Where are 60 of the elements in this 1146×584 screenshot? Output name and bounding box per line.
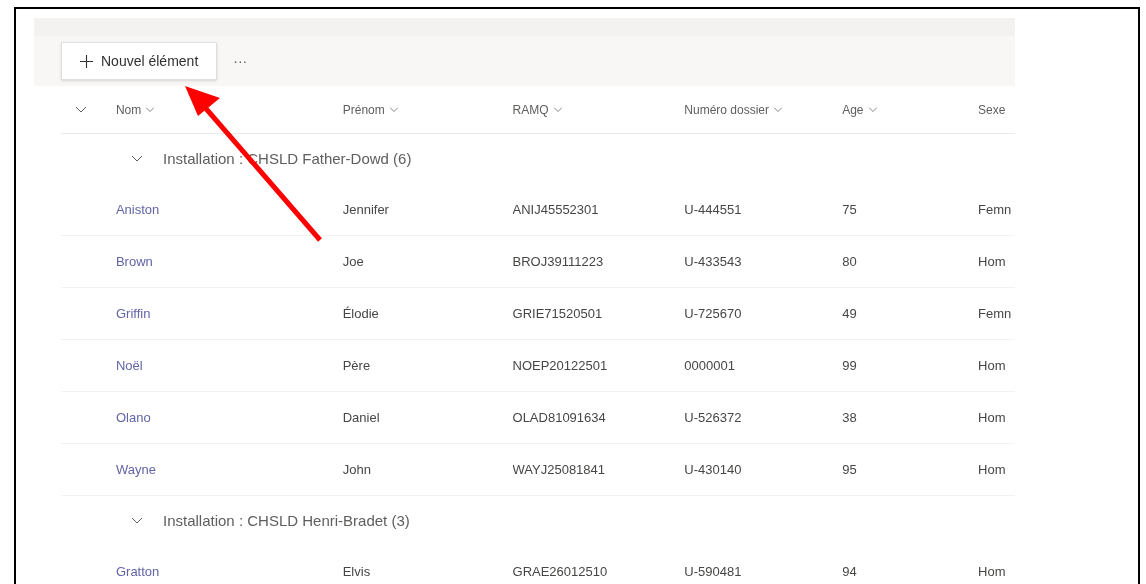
table-cell-text: U-725670: [684, 304, 743, 323]
table-cell-text: GRIE71520501: [512, 304, 604, 323]
table-cell-text: 80: [842, 252, 858, 271]
column-header[interactable]: RAMQ: [512, 100, 685, 119]
new-item-button[interactable]: Nouvel élément: [61, 42, 218, 80]
table-cell-text: NOEP20122501: [512, 356, 609, 375]
name-link[interactable]: Gratton: [115, 561, 343, 582]
more-button[interactable]: ···: [229, 50, 252, 72]
table-cell-text: 99: [842, 356, 858, 375]
column-header[interactable]: Numéro dossier: [684, 100, 843, 119]
table-cell-text: U-433543: [684, 252, 743, 271]
table-cell-text: BROJ39111223: [512, 252, 605, 271]
table-cell-text: 0000001: [684, 356, 736, 375]
name-link[interactable]: Olano: [115, 407, 343, 428]
table-cell-text: Femn: [978, 304, 1013, 323]
table-cell-text: Hom: [978, 252, 1007, 271]
chevron-icon[interactable]: [131, 517, 143, 525]
chevron-icon: [867, 106, 878, 113]
name-link[interactable]: Noël: [115, 355, 343, 376]
table-cell-text: 49: [842, 304, 858, 323]
table-cell-text: 94: [842, 562, 858, 581]
table-cell-text: GRAE26012510: [512, 562, 609, 581]
table-cell-text: Hom: [978, 460, 1007, 479]
name-link[interactable]: Brown: [115, 251, 343, 272]
column-header[interactable]: Age: [842, 100, 979, 119]
table-cell-text: John: [342, 460, 372, 479]
group-title: Installation : CHSLD Henri-Bradet (3): [163, 510, 410, 531]
table-cell-text: Hom: [978, 408, 1007, 427]
column-header[interactable]: Prénom: [342, 100, 513, 119]
table-cell-text: Élodie: [342, 304, 380, 323]
table-cell-text: WAYJ25081841: [512, 460, 607, 479]
table-cell-text: U-430140: [684, 460, 743, 479]
chevron-icon: [388, 106, 399, 113]
table-cell-text: Elvis: [342, 562, 372, 581]
chevron-icon: [773, 106, 784, 113]
name-link[interactable]: Aniston: [115, 199, 343, 220]
table-cell-text: Hom: [978, 562, 1007, 581]
table-cell-text: Jennifer: [342, 200, 390, 219]
name-link[interactable]: Griffin: [115, 303, 343, 324]
table-cell-text: 95: [842, 460, 858, 479]
chevron-icon: [552, 106, 563, 113]
table-cell-text: 75: [842, 200, 858, 219]
column-header[interactable]: Sexe: [978, 100, 1015, 119]
table-cell-text: U-526372: [684, 408, 743, 427]
chevron-icon[interactable]: [131, 155, 143, 163]
chevron-icon[interactable]: [75, 105, 87, 114]
table-cell-text: 38: [842, 408, 858, 427]
table-cell-text: Hom: [978, 356, 1007, 375]
table-cell-text: Joe: [342, 252, 365, 271]
table-cell-text: Femn: [978, 200, 1013, 219]
table-cell-text: OLAD81091634: [512, 408, 607, 427]
table-cell-text: U-590481: [684, 562, 743, 581]
table-cell-text: ANIJ45552301: [512, 200, 600, 219]
plus-icon: [80, 54, 93, 68]
column-header[interactable]: Nom: [115, 100, 343, 119]
chevron-icon: [145, 106, 156, 113]
table-cell-text: U-444551: [684, 200, 743, 219]
name-link[interactable]: Wayne: [115, 459, 343, 480]
table-cell-text: Daniel: [342, 408, 381, 427]
table-cell-text: Père: [342, 356, 372, 375]
